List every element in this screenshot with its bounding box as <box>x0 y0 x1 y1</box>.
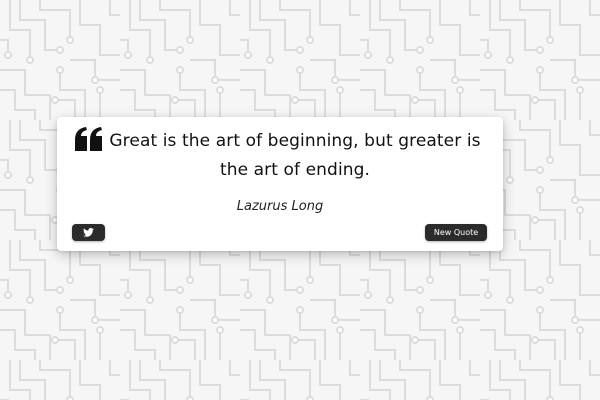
quote-card: Great is the art of beginning, but great… <box>57 117 503 251</box>
new-quote-button[interactable]: New Quote <box>425 224 487 241</box>
quote-author: Lazurus Long <box>236 199 324 214</box>
tweet-button[interactable] <box>72 224 105 241</box>
quote-text: Great is the art of beginning, but great… <box>109 131 481 180</box>
twitter-icon <box>83 228 94 237</box>
